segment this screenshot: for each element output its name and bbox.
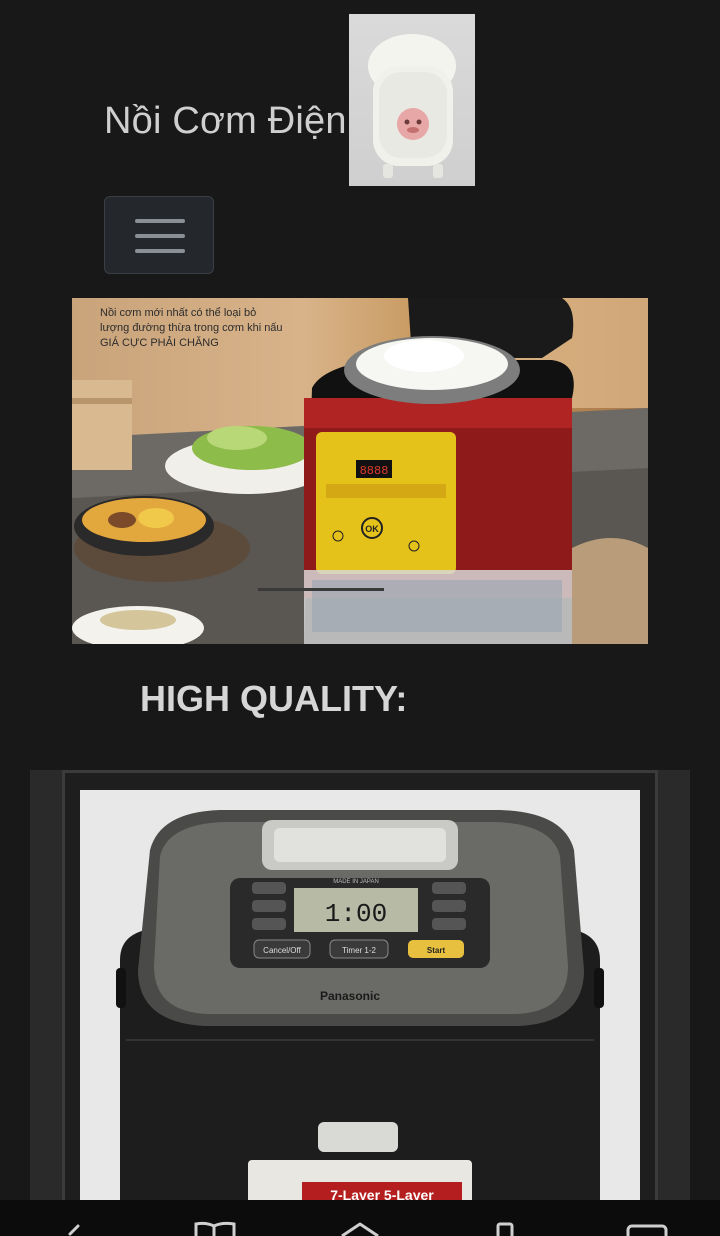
hamburger-icon: [135, 219, 185, 223]
home-icon[interactable]: [336, 1206, 384, 1236]
menu-toggle-button[interactable]: [104, 196, 214, 274]
hero-banner[interactable]: 8888 OK Nồi cơm mới nhất có thể loại bỏ …: [72, 298, 648, 644]
hero-caption-line: Nồi cơm mới nhất có thể loại bỏ: [100, 307, 257, 319]
system-nav-bar: [0, 1200, 720, 1236]
made-label: MADE IN JAPAN: [333, 879, 379, 885]
hero-caption-line: lượng đường thừa trong cơm khi nấu: [100, 322, 283, 334]
product-display: 1:00: [325, 899, 387, 929]
tabs-icon[interactable]: [490, 1206, 520, 1236]
display-digits: 8888: [360, 464, 389, 478]
book-icon[interactable]: [192, 1206, 238, 1236]
hamburger-icon-bar: [135, 249, 185, 253]
brand-title[interactable]: Nồi Cơm Điện: [104, 100, 347, 143]
section-title: HIGH QUALITY:: [140, 678, 408, 719]
product-image[interactable]: 1:00 MADE IN JAPAN Cancel/Off Timer 1-2 …: [80, 790, 640, 1210]
hero-caption-line: GIÁ CỰC PHẢI CHĂNG: [100, 337, 219, 349]
back-icon[interactable]: [58, 1206, 88, 1236]
product-brand: Panasonic: [320, 989, 380, 1003]
hero-caption: Nồi cơm mới nhất có thể loại bỏ lượng đư…: [100, 306, 283, 351]
logo-image[interactable]: [349, 14, 475, 186]
product-cancel-label: Cancel/Off: [263, 946, 301, 955]
windows-icon[interactable]: [622, 1206, 672, 1236]
ok-label: OK: [365, 524, 379, 534]
product-start-label: Start: [427, 946, 446, 955]
hamburger-icon-bar: [135, 234, 185, 238]
product-timer-label: Timer 1-2: [342, 946, 376, 955]
